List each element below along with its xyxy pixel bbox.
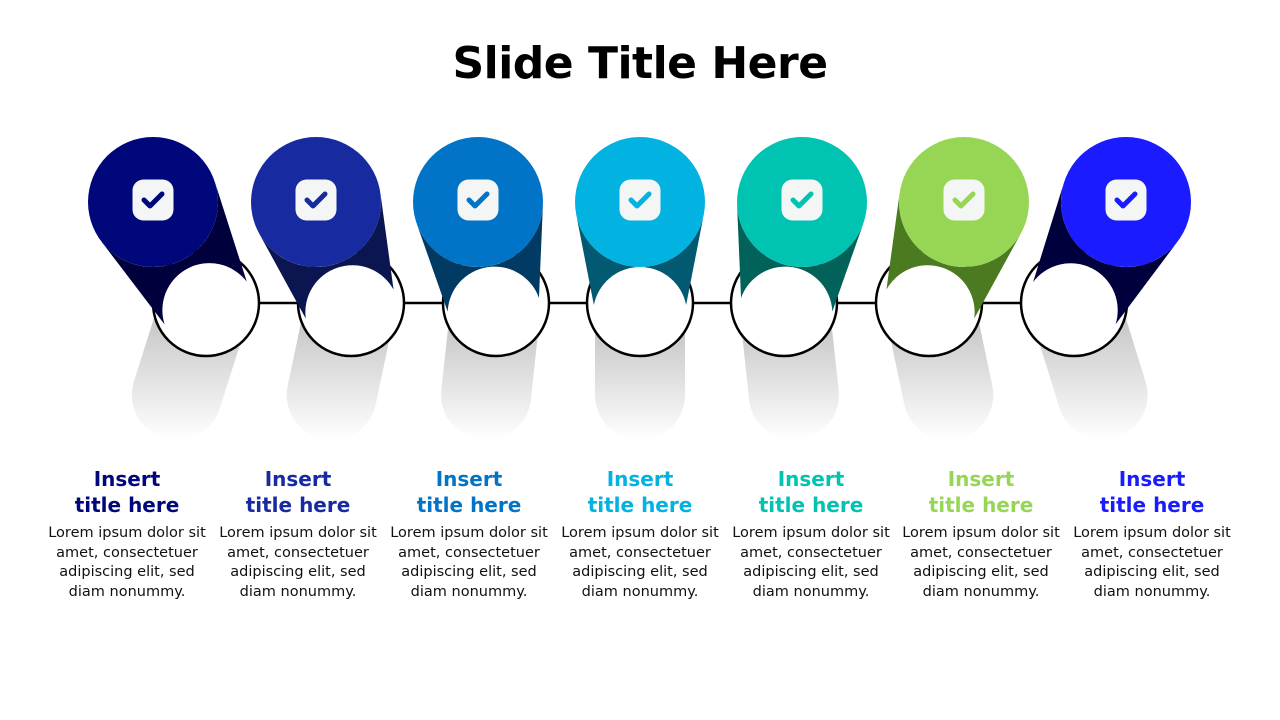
step-title: Insert title here bbox=[213, 466, 383, 518]
step-column: Insert title here Lorem ipsum dolor sit am… bbox=[555, 466, 725, 602]
checkbox-icon bbox=[295, 179, 337, 221]
step-title: Insert title here bbox=[42, 466, 212, 518]
checkbox-icon bbox=[132, 179, 174, 221]
step-title: Insert title here bbox=[384, 466, 554, 518]
checkbox-icon bbox=[781, 179, 823, 221]
step-column: Insert title here Lorem ipsum dolor sit am… bbox=[896, 466, 1066, 602]
step-column: Insert title here Lorem ipsum dolor sit am… bbox=[1067, 466, 1237, 602]
step-title-line2: title here bbox=[416, 493, 522, 517]
step-title: Insert title here bbox=[555, 466, 725, 518]
step-title-line1: Insert bbox=[264, 467, 332, 491]
step-title: Insert title here bbox=[726, 466, 896, 518]
step-title: Insert title here bbox=[896, 466, 1066, 518]
step-column: Insert title here Lorem ipsum dolor sit am… bbox=[726, 466, 896, 602]
checkbox-icon bbox=[943, 179, 985, 221]
step-title-line2: title here bbox=[74, 493, 180, 517]
step-description: Lorem ipsum dolor sit amet, consectetuer… bbox=[219, 525, 377, 600]
step-column: Insert title here Lorem ipsum dolor sit am… bbox=[384, 466, 554, 602]
step-description: Lorem ipsum dolor sit amet, consectetuer… bbox=[561, 525, 719, 600]
step-column: Insert title here Lorem ipsum dolor sit am… bbox=[213, 466, 383, 602]
checkbox-icon bbox=[457, 179, 499, 221]
step-title-line2: title here bbox=[587, 493, 693, 517]
checkbox-icon bbox=[1105, 179, 1147, 221]
step-column: Insert title here Lorem ipsum dolor sit am… bbox=[42, 466, 212, 602]
step-description: Lorem ipsum dolor sit amet, consectetuer… bbox=[390, 525, 548, 600]
step-title-line1: Insert bbox=[93, 467, 161, 491]
step-title-line1: Insert bbox=[777, 467, 845, 491]
step-title-line1: Insert bbox=[435, 467, 503, 491]
checkbox-icon bbox=[619, 179, 661, 221]
step-title: Insert title here bbox=[1067, 466, 1237, 518]
cylinder-timeline bbox=[88, 137, 1191, 441]
step-description: Lorem ipsum dolor sit amet, consectetuer… bbox=[48, 525, 206, 600]
step-title-line2: title here bbox=[758, 493, 864, 517]
step-description: Lorem ipsum dolor sit amet, consectetuer… bbox=[732, 525, 890, 600]
step-title-line2: title here bbox=[1099, 493, 1205, 517]
step-description: Lorem ipsum dolor sit amet, consectetuer… bbox=[902, 525, 1060, 600]
step-title-line1: Insert bbox=[1118, 467, 1186, 491]
step-title-line2: title here bbox=[245, 493, 351, 517]
step-description: Lorem ipsum dolor sit amet, consectetuer… bbox=[1073, 525, 1231, 600]
step-title-line1: Insert bbox=[606, 467, 674, 491]
step-title-line2: title here bbox=[928, 493, 1034, 517]
step-title-line1: Insert bbox=[947, 467, 1015, 491]
